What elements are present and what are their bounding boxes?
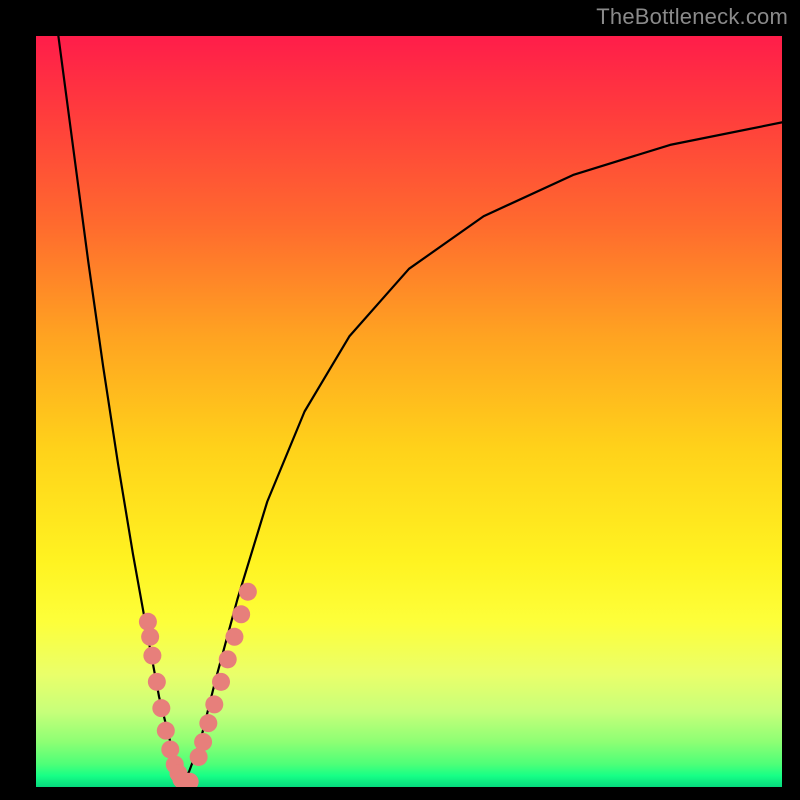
markers-group (139, 583, 257, 787)
curve-left-branch (58, 36, 181, 783)
data-point (157, 722, 175, 740)
curve-right-branch (181, 122, 782, 783)
data-point (205, 695, 223, 713)
data-point (212, 673, 230, 691)
data-point (143, 647, 161, 665)
data-point (141, 628, 159, 646)
data-point (199, 714, 217, 732)
watermark: TheBottleneck.com (596, 4, 788, 30)
data-point (239, 583, 257, 601)
data-point (232, 605, 250, 623)
curve-layer (36, 36, 782, 787)
data-point (225, 628, 243, 646)
bottleneck-curve (58, 36, 782, 783)
data-point (194, 733, 212, 751)
data-point (139, 613, 157, 631)
data-point (219, 650, 237, 668)
data-point (148, 673, 166, 691)
data-point (152, 699, 170, 717)
chart-area (36, 36, 782, 787)
